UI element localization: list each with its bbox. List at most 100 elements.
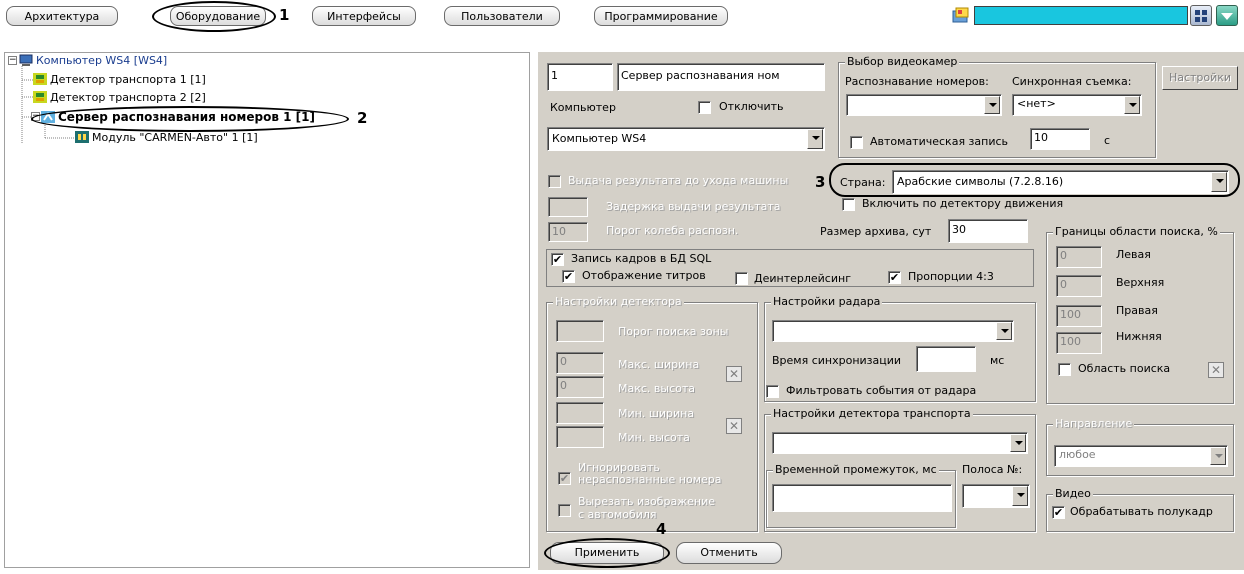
zone-threshold-field[interactable] [556,320,604,342]
deinterlace-label: Деинтерлейсинг [754,272,851,285]
vehicle-detector-select[interactable] [772,432,1028,454]
auto-record-unit: с [1104,134,1111,147]
callout-1: 1 [279,6,290,24]
sync-time-field[interactable] [916,346,976,372]
search-area-checkbox[interactable] [1058,363,1071,376]
recognition-camera-select[interactable] [846,94,1002,116]
min-height-field[interactable] [556,426,604,448]
lane-label: Полоса №: [962,463,1023,476]
threshold-field[interactable]: 10 [548,222,588,242]
disable-checkbox[interactable] [698,101,711,114]
motion-label: Включить по детектору движения [862,197,1064,210]
auto-record-checkbox[interactable] [850,136,863,149]
radar-filter-checkbox[interactable] [766,385,779,398]
direction-select-value: любое [1059,448,1096,461]
highlight-server [31,106,349,132]
video-caption: Видео [1053,487,1093,500]
titles-checkbox[interactable]: ✔ [562,270,575,283]
tree-item-detector-1[interactable]: Детектор транспорта 1 [1] [33,73,206,86]
right-bound-field[interactable]: 100 [1056,305,1102,327]
aspect-checkbox[interactable]: ✔ [888,271,901,284]
radar-filter-label: Фильтровать события от радара [786,384,977,397]
motion-checkbox[interactable] [842,198,855,211]
search-area-x-icon[interactable]: ✕ [1208,362,1224,378]
result-before-exit-label: Выдача результата до ухода машины [568,174,789,187]
ignore-unrecognized-checkbox[interactable]: ✔ [558,472,571,485]
archive-label: Размер архива, сут [820,225,932,238]
vehicle-detector-caption: Настройки детектора транспорта [771,407,973,420]
lane-select[interactable] [962,484,1030,508]
max-size-x-icon[interactable]: ✕ [726,366,742,382]
min-width-field[interactable] [556,402,604,424]
tab-architecture[interactable]: Архитектура [6,6,118,26]
top-bound-field[interactable]: 0 [1056,275,1102,297]
cancel-button[interactable]: Отменить [676,542,782,564]
min-width-label: Мин. ширина [618,407,695,420]
min-size-x-icon[interactable]: ✕ [726,418,742,434]
module-icon [75,131,89,143]
titles-label: Отображение титров [582,269,706,282]
deinterlace-checkbox[interactable] [735,272,748,285]
tree-item-carmen-module[interactable]: Модуль "CARMEN-Авто" 1 [1] [75,131,258,144]
tree-item-computer[interactable]: Компьютер WS4 [WS4] [19,54,167,67]
callout-2: 2 [357,109,368,127]
dropdown-icon[interactable] [1216,5,1238,26]
detector-settings-caption: Настройки детектора [553,295,684,308]
callout-4: 4 [656,520,667,538]
tree-label-carmen-module: Модуль "CARMEN-Авто" 1 [1] [92,131,258,144]
halfframe-label: Обрабатывать полукадр [1070,505,1213,518]
result-before-exit-checkbox[interactable] [548,175,561,188]
sync-camera-select[interactable]: <нет> [1012,94,1142,116]
max-width-field[interactable]: 0 [556,352,604,374]
tree-label-detector-1: Детектор транспорта 1 [1] [50,73,206,86]
direction-caption: Направление [1053,417,1135,430]
sync-time-unit: мс [990,354,1005,367]
computer-select[interactable]: Компьютер WS4 [547,127,825,151]
collapse-icon[interactable]: − [8,56,17,65]
archive-field[interactable]: 30 [948,219,1028,243]
search-bounds-caption: Границы области поиска, % [1053,225,1220,238]
object-id-field[interactable]: 1 [547,63,613,91]
max-height-field[interactable]: 0 [556,376,604,398]
ignore-unrecognized-label-2: нераспознанные номера [578,473,722,486]
interval-field[interactable] [772,484,952,512]
cut-image-checkbox[interactable] [558,504,571,517]
left-bound-label: Левая [1116,248,1151,261]
tree-label-computer: Компьютер WS4 [WS4] [36,54,168,67]
sync-time-label: Время синхронизации [772,354,902,367]
palette-icon[interactable] [952,7,970,23]
sql-label: Запись кадров в БД SQL [571,252,712,265]
highlight-equipment [152,1,276,32]
sync-camera-value: <нет> [1017,97,1056,110]
zone-threshold-label: Порог поиска зоны [618,325,729,338]
layout-icon[interactable] [1190,5,1212,26]
direction-select[interactable]: любое [1054,445,1228,467]
tab-interfaces[interactable]: Интерфейсы [312,6,416,26]
highlight-country [829,163,1240,197]
recognition-label: Распознавание номеров: [845,75,989,88]
halfframe-checkbox[interactable]: ✔ [1052,506,1065,519]
vehicle-detector-icon [33,91,47,103]
sync-label: Синхронная съемка: [1012,75,1132,88]
object-name-field[interactable]: Сервер распознавания ном [617,63,825,91]
left-bound-field[interactable]: 0 [1056,246,1102,268]
settings-button[interactable]: Настройки [1162,66,1238,90]
auto-record-field[interactable]: 10 [1030,128,1090,150]
settings-panel: 1 Сервер распознавания ном Компьютер Отк… [538,52,1244,536]
right-bound-label: Правая [1116,304,1158,317]
max-width-label: Макс. ширина [618,358,700,371]
radar-select[interactable] [772,320,1014,342]
tab-programming[interactable]: Программирование [594,6,728,26]
tree-label-detector-2: Детектор транспорта 2 [2] [50,91,206,104]
callout-3: 3 [815,173,826,191]
disable-label: Отключить [719,100,784,113]
tree-item-detector-2[interactable]: Детектор транспорта 2 [2] [33,91,206,104]
result-delay-field[interactable] [548,197,588,217]
aspect-label: Пропорции 4:3 [908,270,994,283]
sql-checkbox[interactable]: ✔ [551,253,564,266]
bottom-bound-field[interactable]: 100 [1056,332,1102,354]
result-delay-label: Задержка выдачи результата [606,200,781,213]
computer-icon [19,54,33,66]
tab-users[interactable]: Пользователи [444,6,560,26]
search-area-label: Область поиска [1078,362,1171,375]
